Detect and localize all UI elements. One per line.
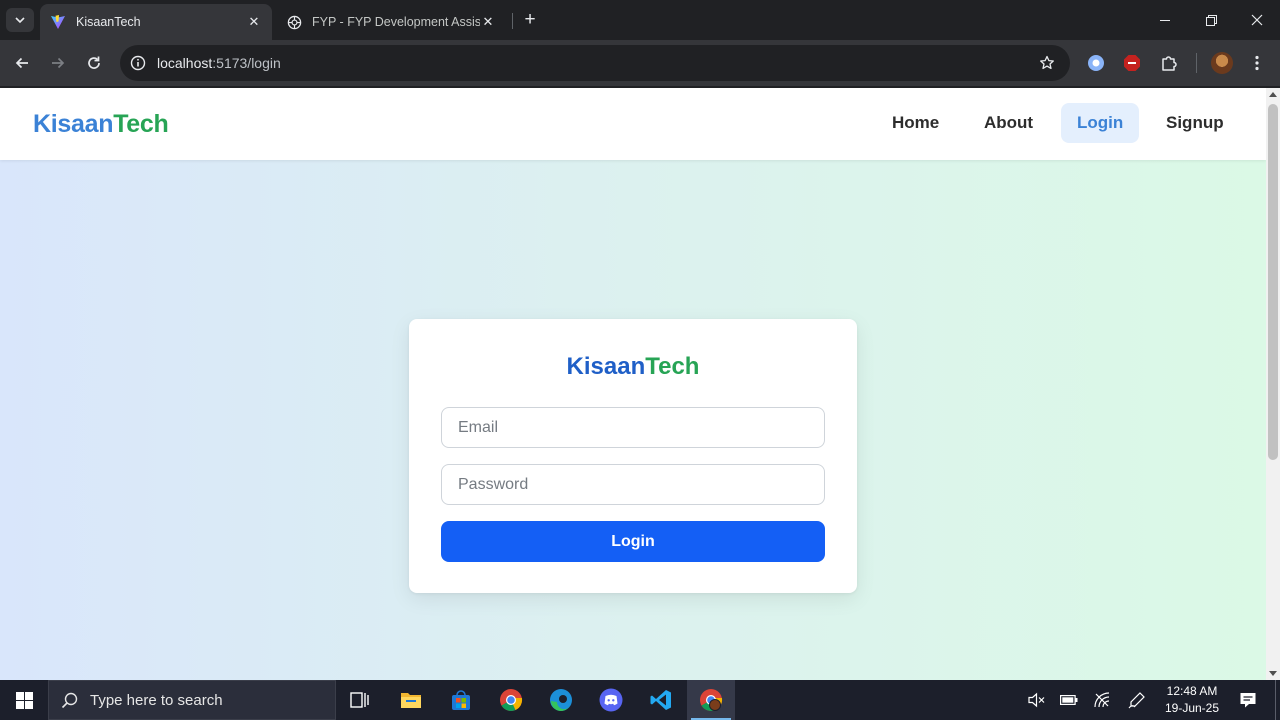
site-navbar: KisaanTech Home About Login Signup [0, 88, 1266, 160]
url-text: localhost:5173/login [157, 55, 281, 71]
url-host: localhost [157, 55, 213, 71]
nav-signup-link[interactable]: Signup [1150, 103, 1240, 143]
page-scrollbar[interactable] [1266, 88, 1280, 680]
site-logo[interactable]: KisaanTech [33, 110, 169, 139]
battery-icon[interactable] [1059, 690, 1079, 710]
bookmark-star-icon[interactable] [1038, 54, 1056, 72]
close-tab-icon[interactable]: ✕ [480, 14, 496, 30]
url-path: :5173/login [212, 55, 281, 71]
more-menu-icon[interactable] [1246, 52, 1268, 74]
tab-title: FYP - FYP Development Assistant [312, 15, 480, 29]
toolbar-separator [1196, 53, 1197, 73]
login-submit-button[interactable]: Login [441, 521, 825, 562]
restore-icon[interactable] [1188, 0, 1234, 40]
minimize-icon[interactable] [1142, 0, 1188, 40]
volume-muted-icon[interactable] [1027, 690, 1047, 710]
nav-login-link[interactable]: Login [1061, 103, 1140, 143]
email-input[interactable] [441, 407, 825, 448]
task-view-icon[interactable] [336, 680, 384, 720]
network-icon[interactable] [1092, 690, 1112, 710]
scrollbar-thumb[interactable] [1268, 104, 1278, 460]
taskbar-clock[interactable]: 12:48 AM 19-Jun-25 [1156, 683, 1228, 717]
clock-time: 12:48 AM [1166, 684, 1218, 698]
scroll-down-arrow-icon[interactable] [1269, 671, 1277, 676]
tab-fyp-assistant[interactable]: FYP - FYP Development Assistant ✕ [276, 4, 506, 40]
new-tab-icon[interactable]: + [520, 9, 540, 30]
tab-title: KisaanTech [76, 15, 141, 29]
adblock-extension-icon[interactable] [1121, 52, 1143, 74]
card-brand-part-2: Tech [645, 353, 700, 380]
site-info-icon[interactable] [130, 55, 146, 71]
card-brand-part-1: Kisaan [566, 353, 646, 380]
close-window-icon[interactable] [1234, 0, 1280, 40]
login-card-title: KisaanTech [409, 353, 857, 381]
browser-toolbar: localhost:5173/login [0, 40, 1280, 86]
brand-part-2: Tech [113, 110, 169, 138]
google-lens-extension-icon[interactable] [1085, 52, 1107, 74]
password-input[interactable] [441, 464, 825, 505]
search-icon [61, 692, 78, 708]
page-viewport: KisaanTech Home About Login Signup Kisaa… [0, 88, 1266, 680]
nav-about-link[interactable]: About [968, 103, 1049, 143]
forward-icon[interactable] [46, 51, 70, 75]
taskbar-search-placeholder: Type here to search [90, 691, 223, 709]
chatgpt-icon [286, 14, 302, 30]
login-card: KisaanTech Login [409, 319, 857, 593]
chrome-icon[interactable] [487, 680, 535, 720]
tab-search-button[interactable] [6, 8, 34, 32]
browser-tab-strip: KisaanTech ✕ FYP - FYP Development Assis… [0, 0, 1280, 40]
profile-avatar[interactable] [1211, 52, 1233, 74]
windows-taskbar: Type here to search 12:48 AM 19-Jun-25 [0, 680, 1280, 720]
taskbar-search-box[interactable]: Type here to search [48, 680, 336, 720]
edge-icon[interactable] [537, 680, 585, 720]
scroll-up-arrow-icon[interactable] [1269, 92, 1277, 97]
vite-icon [50, 14, 66, 30]
pen-ink-icon[interactable] [1127, 690, 1147, 710]
vscode-icon[interactable] [637, 680, 685, 720]
chevron-down-icon [15, 17, 25, 24]
extensions-puzzle-icon[interactable] [1158, 52, 1180, 74]
nav-home-link[interactable]: Home [876, 103, 955, 143]
windows-start-icon[interactable] [0, 680, 48, 720]
file-explorer-icon[interactable] [387, 680, 435, 720]
brand-part-1: Kisaan [33, 110, 114, 138]
notification-center-icon[interactable] [1238, 690, 1258, 710]
discord-icon[interactable] [587, 680, 635, 720]
tab-separator [512, 13, 513, 29]
chrome-profile-icon[interactable] [687, 680, 735, 720]
tab-kisaantech[interactable]: KisaanTech ✕ [40, 4, 272, 40]
address-bar[interactable]: localhost:5173/login [120, 45, 1070, 81]
close-tab-icon[interactable]: ✕ [246, 14, 262, 30]
back-icon[interactable] [10, 51, 34, 75]
microsoft-store-icon[interactable] [437, 680, 485, 720]
clock-date: 19-Jun-25 [1164, 701, 1220, 715]
show-desktop-button[interactable] [1275, 680, 1276, 720]
reload-icon[interactable] [82, 51, 106, 75]
